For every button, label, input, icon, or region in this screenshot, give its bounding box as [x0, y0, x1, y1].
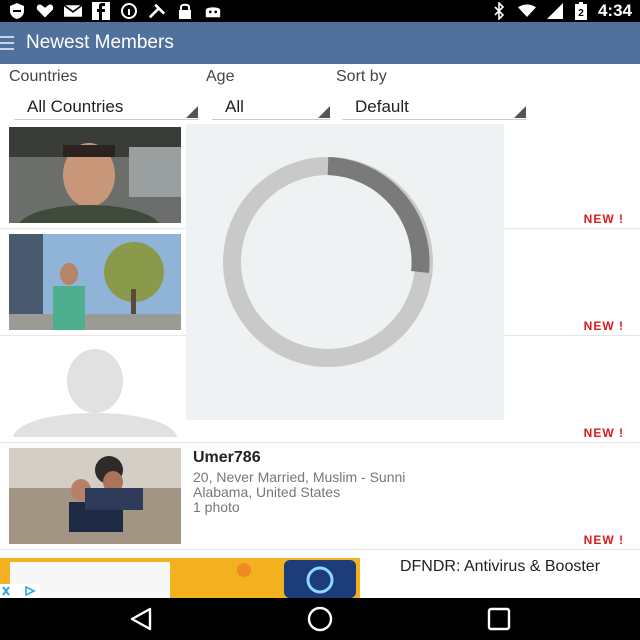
- svg-text:2: 2: [578, 8, 584, 19]
- system-nav-bar: [0, 598, 640, 640]
- sort-select[interactable]: Default: [342, 94, 526, 120]
- signal-icon: [546, 2, 564, 20]
- age-label: Age: [206, 68, 235, 85]
- dropdown-arrow-icon: [186, 106, 198, 118]
- facebook-icon: [92, 2, 110, 20]
- ad-banner[interactable]: DFNDR: Antivirus & Booster: [0, 554, 640, 598]
- new-badge: NEW !: [583, 426, 624, 440]
- countries-label: Countries: [9, 68, 78, 85]
- dropdown-arrow-icon: [318, 106, 330, 118]
- sort-label: Sort by: [336, 68, 387, 85]
- recents-icon[interactable]: [486, 606, 512, 632]
- page-title: Newest Members: [26, 32, 174, 53]
- home-icon[interactable]: [306, 606, 333, 632]
- status-clock: 4:34: [597, 1, 632, 20]
- member-name[interactable]: Umer786: [193, 449, 261, 467]
- countries-value: All Countries: [27, 97, 124, 116]
- age-filter: Age: [206, 68, 234, 86]
- filter-bar: Countries All Countries Age All Sort by …: [0, 64, 640, 122]
- shield-icon: [8, 2, 26, 20]
- menu-icon[interactable]: [0, 35, 16, 51]
- wifi-icon: [517, 2, 536, 20]
- new-badge: NEW !: [583, 319, 624, 333]
- sort-value: Default: [355, 97, 409, 116]
- member-photo-count: 1 photo: [193, 499, 240, 515]
- member-photo[interactable]: [9, 234, 181, 330]
- battery-icon: 2: [574, 2, 588, 20]
- loading-spinner: [186, 124, 504, 420]
- member-photo[interactable]: [9, 127, 181, 223]
- list-item[interactable]: Umer786 20, Never Married, Muslim - Sunn…: [0, 443, 640, 550]
- member-location: Alabama, United States: [193, 484, 341, 500]
- mail-icon: [64, 2, 82, 20]
- heart-icon: [36, 2, 54, 20]
- age-select[interactable]: All: [212, 94, 330, 120]
- age-value: All: [225, 97, 244, 116]
- app-bar: Newest Members: [0, 22, 640, 64]
- android-icon: [204, 2, 222, 20]
- new-badge: NEW !: [583, 212, 624, 226]
- member-photo[interactable]: [9, 448, 181, 544]
- avatar-placeholder[interactable]: [9, 341, 181, 437]
- tools-icon: [148, 2, 166, 20]
- dropdown-arrow-icon: [514, 106, 526, 118]
- lock-icon: [176, 2, 194, 20]
- info-icon: [120, 2, 138, 20]
- countries-select[interactable]: All Countries: [14, 94, 198, 120]
- sort-filter: Sort by: [336, 68, 387, 86]
- bluetooth-icon: [490, 2, 508, 20]
- member-details: 20, Never Married, Muslim - Sunni: [193, 469, 406, 485]
- new-badge: NEW !: [583, 533, 624, 547]
- back-icon[interactable]: [128, 606, 154, 632]
- status-bar: 2 4:34: [0, 0, 640, 22]
- ad-choices-icon[interactable]: [0, 584, 40, 598]
- ad-title[interactable]: DFNDR: Antivirus & Booster: [370, 558, 630, 576]
- countries-filter: Countries: [9, 68, 77, 86]
- ad-image[interactable]: [0, 558, 360, 598]
